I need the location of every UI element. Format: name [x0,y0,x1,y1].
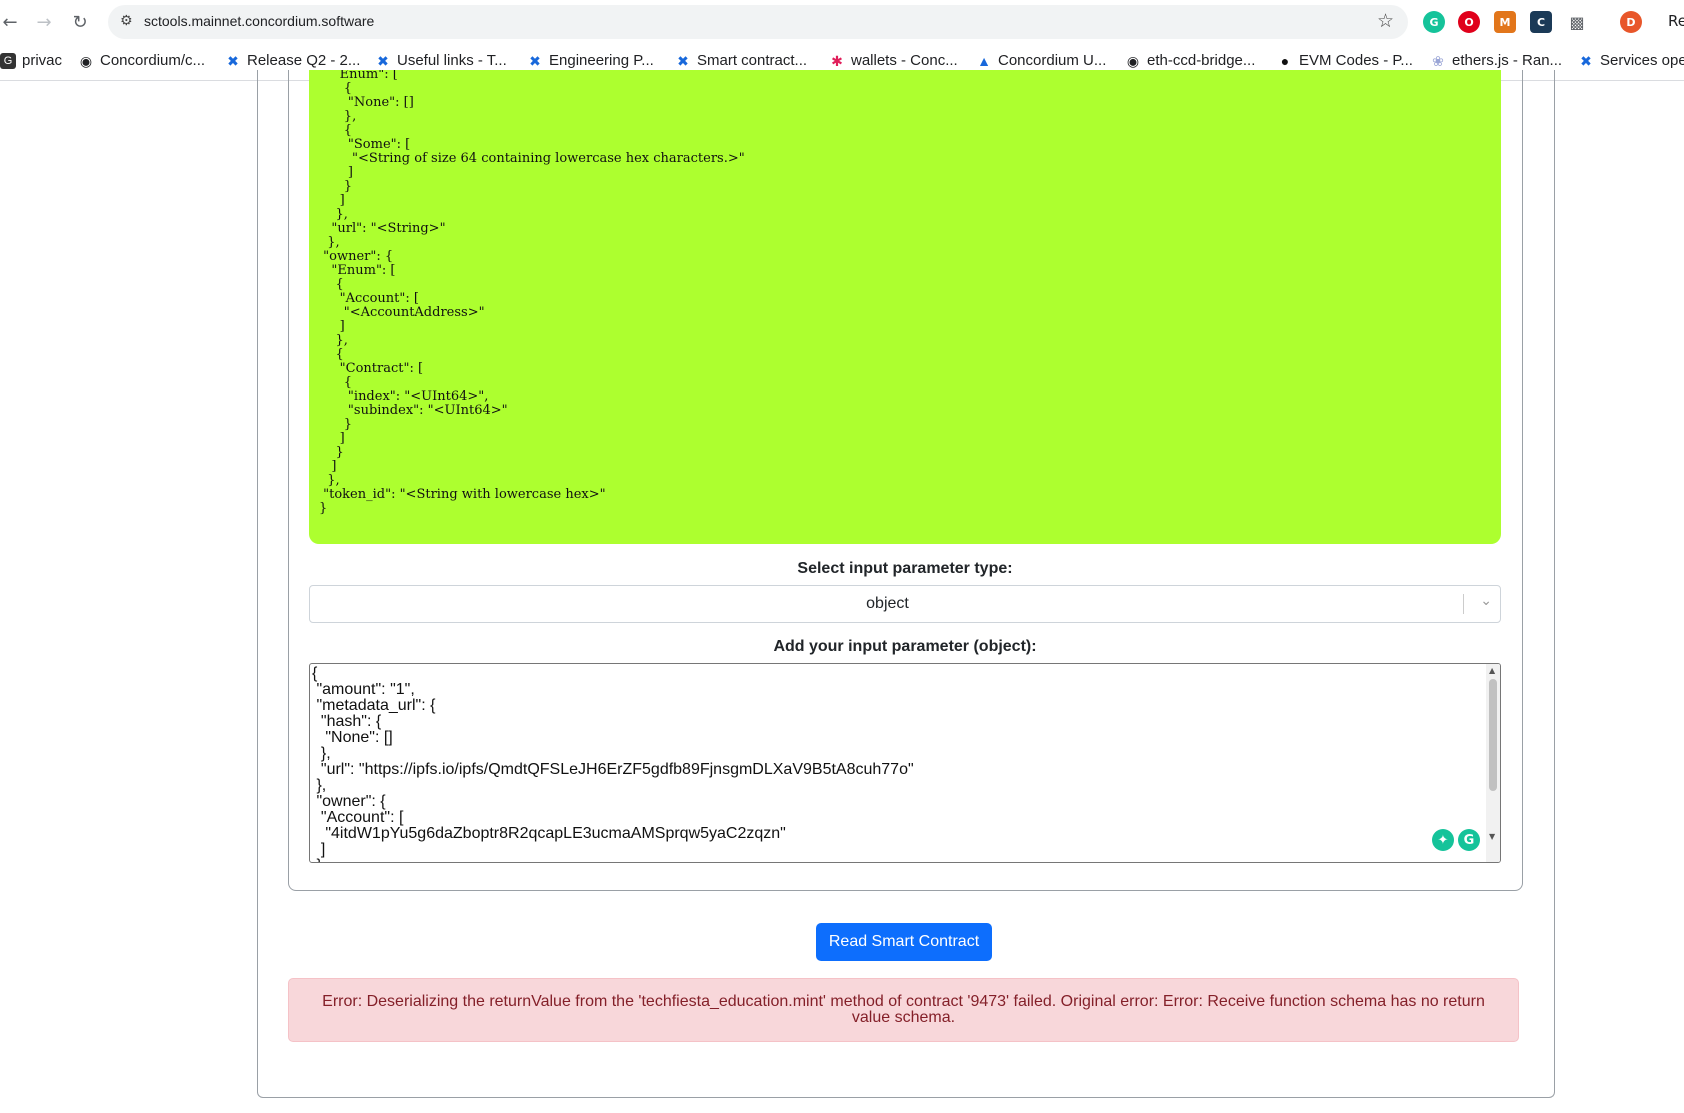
bookmark-label: Smart contract... [697,52,808,69]
input-parameter-textarea[interactable]: { "amount": "1", "metadata_url": { "hash… [309,663,1501,863]
textarea-scrollbar[interactable]: ▲ ▼ [1486,664,1500,862]
browser-toolbar: ← → ↻ ⚙ sctools.mainnet.concordium.softw… [0,0,1684,44]
read-smart-contract-button[interactable]: Read Smart Contract [816,923,992,961]
address-bar[interactable]: ⚙ sctools.mainnet.concordium.software ☆ [108,5,1408,39]
param-type-select[interactable]: object ⌄ [309,585,1501,623]
back-icon[interactable]: ← [0,10,22,34]
schema-display: Enum": [ { "None": [] }, { "Some": [ "<S… [309,70,1501,544]
bookmark-item[interactable]: ◉ eth-ccd-bridge... [1125,52,1256,69]
tab-partial-label[interactable]: Re [1668,12,1684,30]
bookmark-label: Services ope [1600,52,1684,69]
bookmark-label: eth-ccd-bridge... [1147,52,1256,69]
grammarly-icon[interactable]: G [1458,829,1480,851]
chevron-down-icon[interactable]: ⌄ [1480,593,1492,609]
bookmark-star-icon[interactable]: ☆ [1377,10,1394,32]
bookmark-label: Concordium/c... [100,52,206,69]
github-icon: ◉ [1126,52,1140,69]
bookmark-label: EVM Codes - P... [1299,52,1413,69]
atlassian-icon: ▲ [977,52,991,69]
bookmark-item[interactable]: ✖ Release Q2 - 2... [225,52,360,69]
evm-icon: ● [1280,52,1290,69]
bookmark-item[interactable]: ✖ Engineering P... [527,52,654,69]
scroll-thumb[interactable] [1489,679,1497,791]
extensions-puzzle-icon[interactable]: ▩ [1566,11,1588,33]
url-text[interactable]: sctools.mainnet.concordium.software [144,13,374,29]
grammarly-suggest-icon[interactable]: ✦ [1432,829,1454,851]
confluence-icon: ✖ [1580,52,1592,69]
bookmark-item[interactable]: ● EVM Codes - P... [1277,52,1413,69]
confluence-icon: ✖ [677,52,689,69]
input-parameter-text[interactable]: { "amount": "1", "metadata_url": { "hash… [312,666,914,863]
confluence-icon: ✖ [529,52,541,69]
bookmark-item[interactable]: ❀ ethers.js - Ran... [1430,52,1562,69]
metamask-extension-icon[interactable]: M [1494,11,1516,33]
input-param-label: Add your input parameter (object): [773,638,1037,655]
reload-icon[interactable]: ↻ [68,10,92,34]
scroll-up-icon[interactable]: ▲ [1489,666,1495,675]
slack-icon: ✱ [831,52,843,69]
site-settings-icon[interactable]: ⚙ [120,13,133,29]
confluence-icon: ✖ [227,52,239,69]
ethers-icon: ❀ [1432,52,1444,69]
coinbase-icon: G [0,52,16,69]
bookmark-label: ethers.js - Ran... [1452,52,1563,69]
bookmark-label: Useful links - T... [397,52,507,69]
grammarly-widget[interactable]: ✦ G [1432,829,1480,851]
schema-text: Enum": [ { "None": [] }, { "Some": [ "<S… [319,70,745,516]
bookmark-label: Release Q2 - 2... [247,52,361,69]
bookmark-item[interactable]: ▲ Concordium U... [976,52,1106,69]
grammarly-extension-icon[interactable]: G [1423,11,1445,33]
concordium-extension-icon[interactable]: C [1530,11,1552,33]
error-alert: Error: Deserializing the returnValue fro… [288,978,1519,1042]
select-param-type-label: Select input parameter type: [797,560,1013,577]
bookmark-label: Engineering P... [549,52,654,69]
confluence-icon: ✖ [377,52,389,69]
forward-icon[interactable]: → [32,10,56,34]
opera-extension-icon[interactable]: O [1458,11,1480,33]
error-message: Error: Deserializing the returnValue fro… [322,993,1485,1026]
bookmark-item[interactable]: ◉ Concordium/c... [78,52,205,69]
bookmark-label: Concordium U... [998,52,1107,69]
bookmark-label: privac [22,52,63,69]
bookmark-item[interactable]: G privac [0,52,62,69]
github-icon: ◉ [79,52,93,69]
select-separator [1463,594,1464,614]
profile-avatar[interactable]: D [1620,11,1642,33]
bookmark-item[interactable]: ✱ wallets - Conc... [829,52,958,69]
param-type-value: object [866,595,909,612]
bookmark-label: wallets - Conc... [851,52,958,69]
bookmark-item[interactable]: ✖ Services ope [1578,52,1684,69]
bookmark-item[interactable]: ✖ Useful links - T... [375,52,507,69]
bookmark-item[interactable]: ✖ Smart contract... [675,52,807,69]
scroll-down-icon[interactable]: ▼ [1489,832,1495,841]
